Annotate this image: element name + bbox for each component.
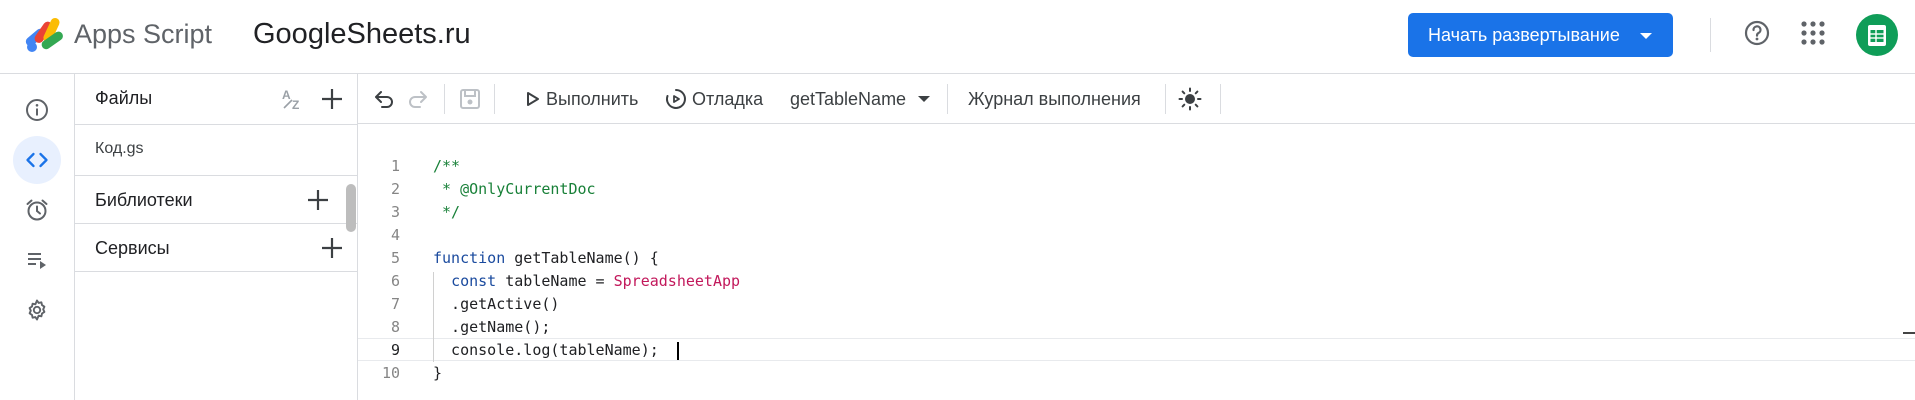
code-text: */: [433, 203, 461, 221]
top-bar: Apps Script GoogleSheets.ru Начать разве…: [0, 0, 1915, 74]
undo-icon[interactable]: [372, 87, 396, 111]
add-file-plus-icon[interactable]: [319, 86, 345, 112]
code-line[interactable]: 1 /**: [358, 155, 1915, 178]
code-line[interactable]: 3 */: [358, 201, 1915, 224]
function-select[interactable]: getTableName: [790, 88, 906, 110]
toolbar-divider: [1165, 84, 1166, 114]
file-item[interactable]: Код.gs: [75, 124, 357, 176]
sort-az-icon[interactable]: A Z: [280, 86, 306, 112]
svg-text:Z: Z: [292, 98, 299, 112]
chevron-down-icon[interactable]: [1637, 27, 1655, 45]
line-number: 10: [381, 364, 400, 382]
apps-script-logo-icon[interactable]: [24, 14, 68, 54]
debug-icon[interactable]: [664, 87, 688, 111]
code-icon: [26, 152, 48, 168]
libraries-label: Библиотеки: [95, 190, 193, 210]
product-name: Apps Script: [74, 19, 213, 49]
toolbar-divider: [947, 84, 948, 114]
editor-toolbar: Выполнить Отладка getTableName Журнал вы…: [358, 74, 1915, 124]
info-icon: [26, 99, 48, 121]
sheets-avatar-icon[interactable]: [1856, 14, 1898, 56]
services-section[interactable]: Сервисы: [75, 224, 357, 272]
run-button[interactable]: Выполнить: [546, 88, 638, 110]
deploy-button-label: Начать развертывание: [1428, 25, 1620, 45]
execution-log-button[interactable]: Журнал выполнения: [968, 88, 1141, 110]
code-text: .getActive(): [433, 295, 560, 313]
help-icon[interactable]: [1742, 18, 1772, 48]
debug-button[interactable]: Отладка: [692, 88, 763, 110]
add-service-plus-icon[interactable]: [319, 235, 345, 261]
executions-icon: [28, 253, 46, 269]
rail-editor-button[interactable]: [13, 136, 61, 184]
left-navigation-rail: [0, 74, 75, 400]
line-number: 5: [390, 249, 400, 267]
line-number: 8: [390, 318, 400, 336]
code-text: function getTableName() {: [433, 249, 659, 267]
redo-icon[interactable]: [406, 87, 430, 111]
run-play-icon[interactable]: [524, 87, 542, 111]
toolbar-divider: [1220, 84, 1221, 114]
save-icon[interactable]: [458, 87, 482, 111]
files-panel: Файлы A Z Код.gs Библиотеки Сервисы: [75, 74, 358, 400]
code-text: console.log(tableName);: [433, 341, 659, 359]
apps-grid-icon[interactable]: [1800, 20, 1826, 46]
rail-executions-button[interactable]: [13, 236, 61, 284]
code-line[interactable]: 6 const tableName = SpreadsheetApp: [358, 270, 1915, 293]
code-text: * @OnlyCurrentDoc: [433, 180, 596, 198]
code-text: const tableName = SpreadsheetApp: [451, 272, 741, 290]
code-text: .getName();: [433, 318, 551, 336]
libraries-section[interactable]: Библиотеки: [75, 176, 357, 224]
code-line-current[interactable]: 9 console.log(tableName);: [358, 338, 1915, 361]
code-line[interactable]: 7 .getActive(): [358, 293, 1915, 316]
file-name: Код.gs: [95, 140, 144, 157]
rail-triggers-button[interactable]: [13, 186, 61, 234]
theme-brightness-icon[interactable]: [1178, 87, 1202, 111]
code-line[interactable]: 10 }: [358, 362, 1915, 385]
chevron-down-icon[interactable]: [912, 87, 936, 111]
code-text: }: [433, 364, 443, 382]
line-number: 7: [390, 295, 400, 313]
code-line[interactable]: 5 function getTableName() {: [358, 247, 1915, 270]
code-line[interactable]: 4: [358, 224, 1915, 247]
project-title[interactable]: GoogleSheets.ru: [253, 16, 471, 52]
toolbar-divider: [494, 84, 495, 114]
code-line[interactable]: 2 * @OnlyCurrentDoc: [358, 178, 1915, 201]
triggers-alarm-icon: [26, 199, 48, 221]
code-text: /**: [433, 157, 461, 175]
line-number: 4: [390, 226, 400, 244]
header-divider: [1710, 18, 1711, 52]
deploy-button[interactable]: Начать развертывание: [1408, 13, 1673, 57]
line-number: 1: [390, 157, 400, 175]
code-editor[interactable]: 1 /** 2 * @OnlyCurrentDoc 3 */ 4 5 funct…: [358, 124, 1915, 400]
add-library-plus-icon[interactable]: [305, 187, 331, 213]
rail-settings-button[interactable]: [13, 286, 61, 334]
line-number: 2: [390, 180, 400, 198]
overview-ruler-marker: [1903, 332, 1915, 334]
line-number: 6: [390, 272, 400, 290]
files-panel-title: Файлы: [95, 88, 153, 108]
code-line[interactable]: 8 .getName();: [358, 316, 1915, 339]
toolbar-divider: [444, 84, 445, 114]
line-number: 3: [390, 203, 400, 221]
svg-text:A: A: [282, 88, 291, 102]
indent-guide: [433, 272, 434, 362]
line-number: 9: [390, 341, 400, 359]
settings-gear-icon: [28, 299, 46, 321]
text-cursor: [677, 342, 679, 360]
files-panel-scrollbar[interactable]: [346, 184, 356, 232]
services-label: Сервисы: [95, 238, 170, 258]
rail-overview-button[interactable]: [13, 86, 61, 134]
